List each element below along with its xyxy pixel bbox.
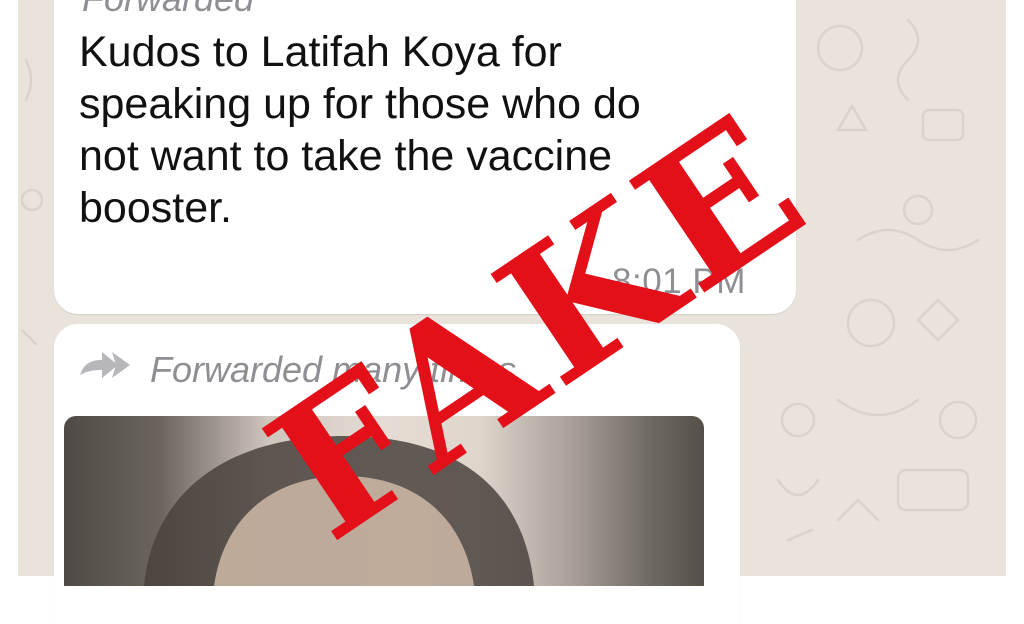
forwarded-label: Forwarded [82,0,254,20]
thumbnail-image [144,436,534,586]
video-thumbnail[interactable] [64,416,704,586]
message-timestamp: 8:01 PM [612,262,746,301]
right-margin [1006,0,1024,576]
forwarded-many-label: Forwarded many times [150,349,517,390]
forwarded-many-indicator: Forwarded many times [78,344,516,396]
left-margin [0,0,18,576]
forwarded-indicator: Forwarded [82,0,254,20]
forward-arrows-icon [78,351,134,390]
message-text: Kudos to Latifah Koya for speaking up fo… [79,28,641,232]
